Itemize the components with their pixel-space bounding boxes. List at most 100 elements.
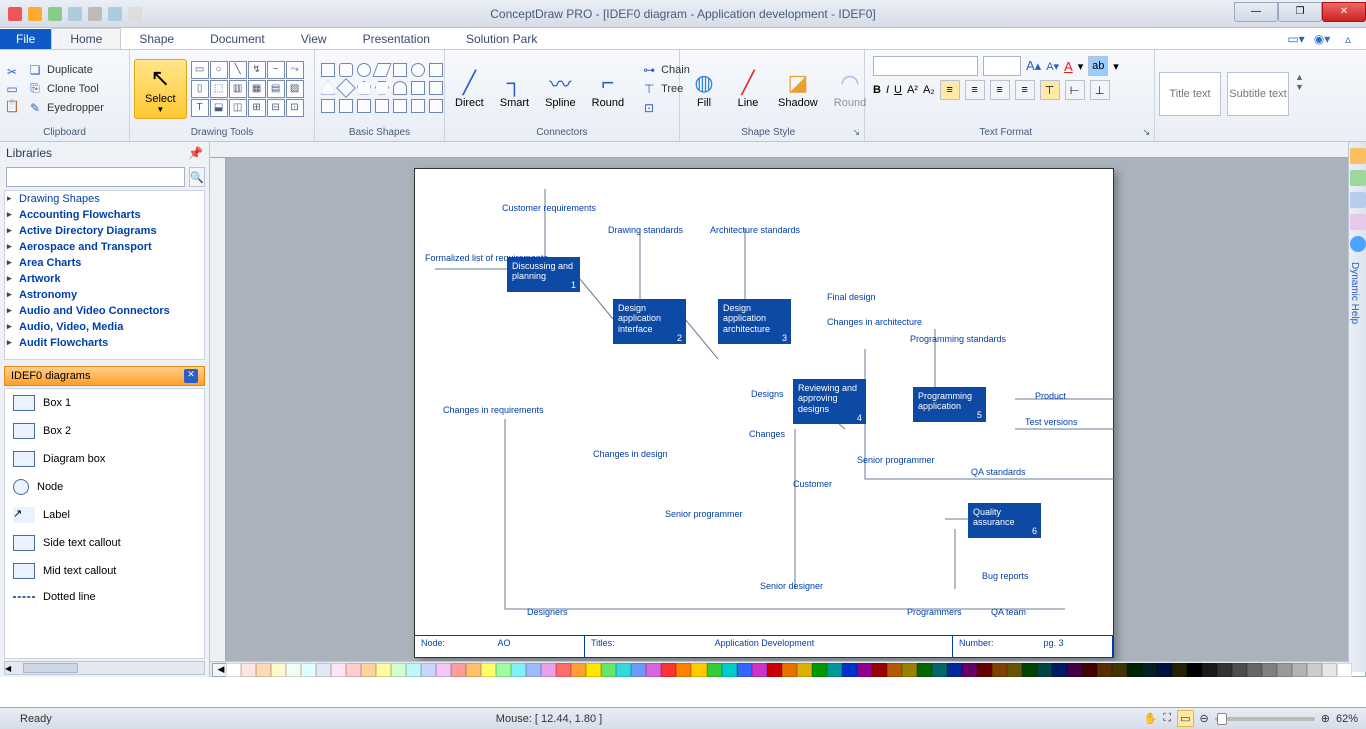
style-scroll-icon[interactable]: ▲▼ [1295,72,1304,116]
connector-spline[interactable]: 〰Spline [539,65,582,113]
valign-bot-icon[interactable]: ⊥ [1090,80,1110,100]
zoom-region-icon[interactable]: ⛶ [1163,712,1171,725]
palette-swatch[interactable] [932,663,947,677]
palette-swatch[interactable] [1277,663,1292,677]
palette-swatch[interactable] [481,663,496,677]
align-left-icon[interactable]: ≡ [940,80,960,100]
palette-swatch[interactable] [1187,663,1202,677]
palette-swatch[interactable] [1202,663,1217,677]
line-button[interactable]: ╱Line [728,65,768,113]
tool[interactable]: ▧ [286,80,304,98]
tool[interactable]: ▥ [229,80,247,98]
valign-top-icon[interactable]: ⊤ [1040,80,1060,100]
qat-icon[interactable] [88,7,102,21]
pin-icon[interactable]: 📌 [188,146,203,160]
active-library-header[interactable]: IDEF0 diagrams✕ [4,366,205,386]
palette-swatch[interactable] [1142,663,1157,677]
zoom-slider[interactable] [1215,717,1315,721]
palette-swatch[interactable] [451,663,466,677]
shape[interactable] [357,63,371,77]
title-style[interactable]: Title text [1159,72,1221,116]
palette-swatch[interactable] [1337,663,1352,677]
palette-swatch[interactable] [421,663,436,677]
shape[interactable] [375,81,389,95]
palette-swatch[interactable] [1172,663,1187,677]
shape[interactable] [357,99,371,113]
font-size-picker[interactable] [983,56,1021,76]
close-button[interactable]: ✕ [1322,2,1366,22]
align-right-icon[interactable]: ≡ [990,80,1010,100]
palette-swatch[interactable] [556,663,571,677]
idef-box-2[interactable]: Design application interface2 [613,299,686,344]
shape[interactable] [336,78,356,98]
lib-item[interactable]: Audit Flowcharts [5,335,204,351]
lib-item[interactable]: Accounting Flowcharts [5,207,204,223]
palette-swatch[interactable] [391,663,406,677]
palette-swatch[interactable] [1067,663,1082,677]
tool[interactable]: ⊟ [267,99,285,117]
superscript-button[interactable]: A² [907,84,918,96]
shape[interactable] [321,63,335,77]
shape[interactable] [411,81,425,95]
palette-swatch[interactable] [737,663,752,677]
palette-swatch[interactable] [571,663,586,677]
align-center-icon[interactable]: ≡ [965,80,985,100]
tool[interactable]: T [191,99,209,117]
maximize-button[interactable]: ❐ [1278,2,1322,22]
palette-swatch[interactable] [887,663,902,677]
idef-box-3[interactable]: Design application architecture3 [718,299,791,344]
connector-direct[interactable]: ╱Direct [449,65,490,113]
palette-swatch[interactable] [917,663,932,677]
shape[interactable] [393,99,407,113]
palette-swatch[interactable] [286,663,301,677]
palette-swatch[interactable] [947,663,962,677]
grow-font-icon[interactable]: A▴ [1026,58,1041,74]
shape-item[interactable]: Node [5,473,204,501]
library-search-input[interactable] [6,167,185,187]
tool[interactable]: ◫ [229,99,247,117]
palette-swatch[interactable] [1307,663,1322,677]
palette-swatch[interactable] [1247,663,1262,677]
lib-item[interactable]: Drawing Shapes [5,191,204,207]
palette-swatch[interactable] [1232,663,1247,677]
palette-swatch[interactable] [361,663,376,677]
dynamic-help-label[interactable]: Dynamic Help [1349,262,1360,324]
lib-item[interactable]: Astronomy [5,287,204,303]
tool[interactable]: ~ [267,61,285,79]
palette-swatch[interactable] [1112,663,1127,677]
tool[interactable]: ╲ [229,61,247,79]
shape[interactable] [429,99,443,113]
palette-swatch[interactable] [1022,663,1037,677]
shape-item[interactable]: Box 2 [5,417,204,445]
palette-swatch[interactable] [857,663,872,677]
palette-swatch[interactable] [782,663,797,677]
palette-swatch[interactable] [466,663,481,677]
palette-swatch[interactable] [406,663,421,677]
connector-round[interactable]: ⌐Round [586,65,630,113]
palette-swatch[interactable] [902,663,917,677]
tool[interactable]: ▦ [248,80,266,98]
subscript-button[interactable]: A₂ [923,84,935,96]
idef-box-5[interactable]: Programming application5 [913,387,986,422]
sidepanel-icon[interactable] [1350,192,1366,208]
highlight-icon[interactable]: ab [1088,56,1108,76]
valign-mid-icon[interactable]: ⊢ [1065,80,1085,100]
palette-swatch[interactable] [256,663,271,677]
round-button[interactable]: ◠Round [828,65,872,113]
shape[interactable] [321,99,335,113]
palette-swatch[interactable] [1052,663,1067,677]
align-justify-icon[interactable]: ≡ [1015,80,1035,100]
tab-home[interactable]: Home [51,28,121,49]
shape[interactable] [429,63,443,77]
select-tool[interactable]: ↖ Select ▼ [134,59,187,119]
palette-swatch[interactable] [526,663,541,677]
help-icon[interactable]: ◉▾ [1314,31,1330,47]
page-area[interactable]: Discussing and planning1 Design applicat… [226,158,1350,661]
palette-swatch[interactable] [872,663,887,677]
shape[interactable] [321,81,335,95]
shape-item[interactable]: Dotted line [5,585,204,609]
tab-view[interactable]: View [283,29,345,49]
palette-swatch[interactable] [646,663,661,677]
palette-swatch[interactable] [616,663,631,677]
subtitle-style[interactable]: Subtitle text [1227,72,1289,116]
